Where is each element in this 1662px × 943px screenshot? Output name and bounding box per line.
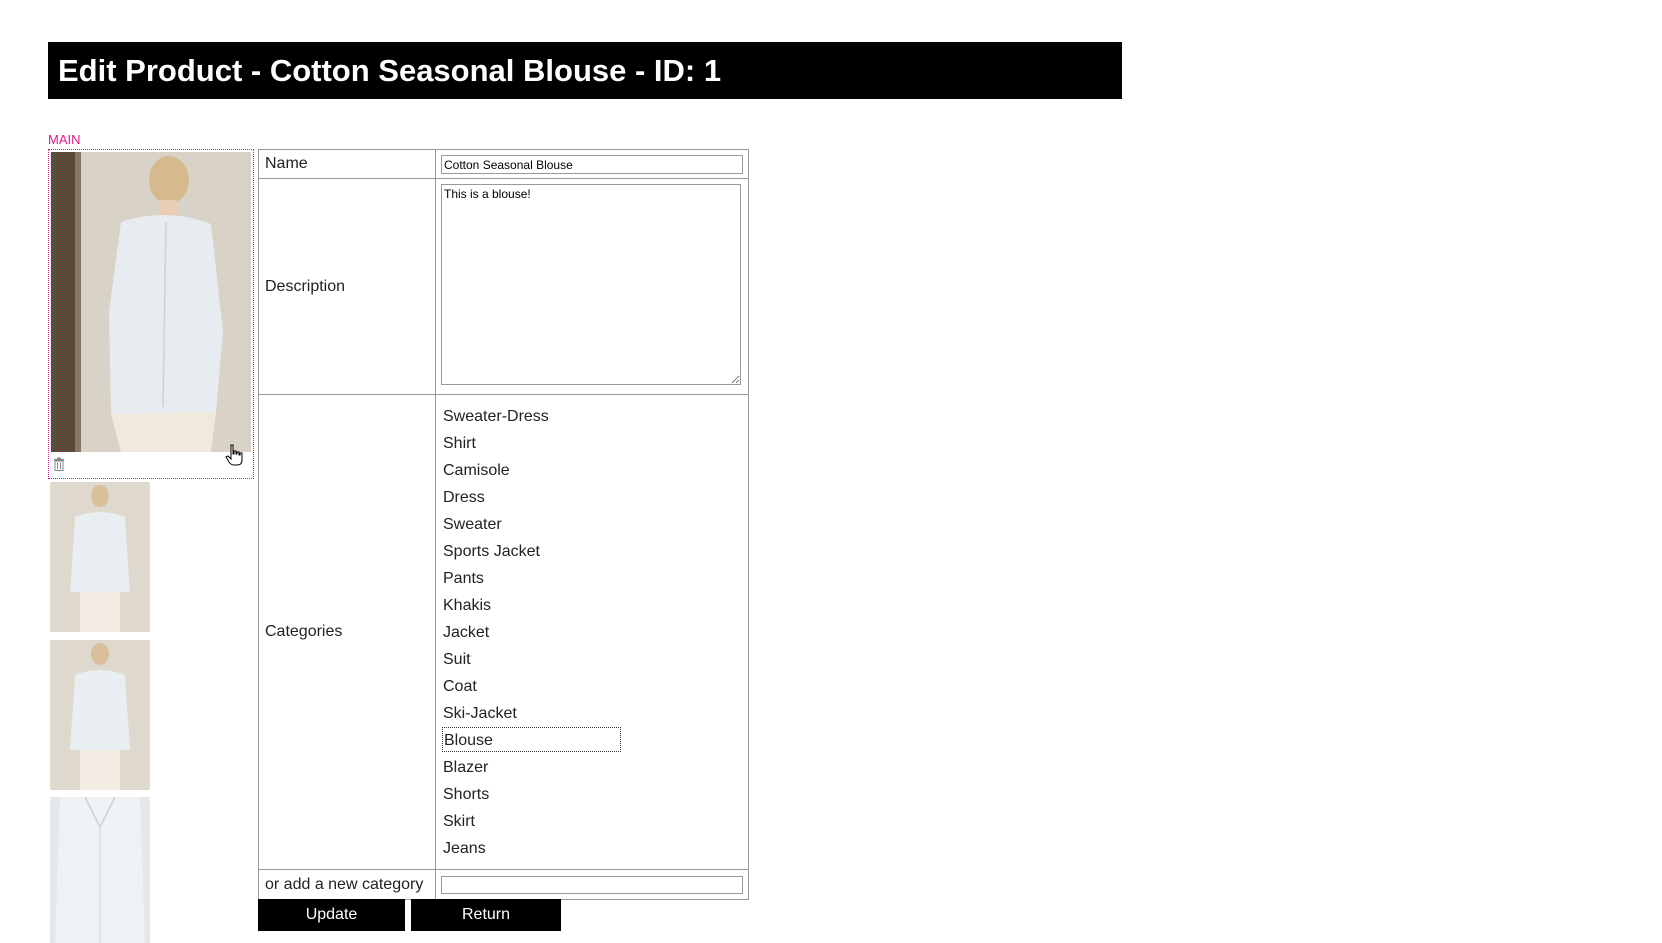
- new-category-field-cell: [435, 869, 749, 900]
- category-option[interactable]: Sweater-Dress: [443, 403, 748, 430]
- category-option-label: Shorts: [443, 786, 490, 803]
- new-category-input[interactable]: [441, 875, 743, 894]
- main-image-container: [48, 149, 254, 479]
- category-option-label: Pants: [443, 570, 484, 587]
- description-label: Description: [258, 178, 436, 395]
- category-option-label: Jacket: [443, 624, 490, 641]
- category-option[interactable]: Camisole: [443, 457, 748, 484]
- category-option[interactable]: Sweater: [443, 511, 748, 538]
- trash-icon[interactable]: [53, 457, 65, 471]
- new-category-label: or add a new category: [258, 869, 436, 900]
- name-field-cell: [435, 149, 749, 179]
- category-option[interactable]: Jeans: [443, 835, 748, 862]
- category-option-label: Khakis: [443, 597, 492, 614]
- category-option-label: Suit: [443, 651, 471, 668]
- category-option-label: Sweater: [443, 516, 502, 533]
- product-thumbnail[interactable]: [50, 482, 150, 632]
- category-option-label: Skirt: [443, 813, 475, 830]
- category-option-label: Ski-Jacket: [443, 705, 517, 722]
- category-option-label: Blouse: [442, 727, 621, 752]
- category-option-label: Shirt: [443, 435, 476, 452]
- category-option-label: Dress: [443, 489, 485, 506]
- update-button[interactable]: Update: [258, 899, 405, 931]
- category-option[interactable]: Dress: [443, 484, 748, 511]
- hand-cursor-icon: [224, 443, 246, 467]
- product-thumbnail[interactable]: [50, 797, 150, 943]
- name-label: Name: [258, 149, 436, 179]
- category-option[interactable]: Skirt: [443, 808, 748, 835]
- product-thumbnail[interactable]: [50, 640, 150, 790]
- category-option[interactable]: Sports Jacket: [443, 538, 748, 565]
- category-option-label: Camisole: [443, 462, 510, 479]
- return-button[interactable]: Return: [411, 899, 561, 931]
- new-category-row: or add a new category: [258, 869, 749, 900]
- description-row: Description This is a blouse!: [258, 178, 749, 395]
- category-option-label: Jeans: [443, 840, 486, 857]
- name-input[interactable]: [441, 155, 743, 174]
- name-row: Name: [258, 149, 749, 179]
- categories-field-cell: Sweater-Dress Shirt Camisole Dress Sweater Sp…: [435, 394, 749, 870]
- category-option[interactable]: Pants: [443, 565, 748, 592]
- main-image-label: MAIN: [48, 132, 81, 147]
- description-textarea[interactable]: This is a blouse!: [441, 184, 741, 385]
- category-option[interactable]: Shorts: [443, 781, 748, 808]
- categories-row: Categories Sweater-Dress Shirt Camisole Dre…: [258, 394, 749, 870]
- category-option-label: Sports Jacket: [443, 543, 540, 560]
- category-option-label: Blazer: [443, 759, 489, 776]
- category-option[interactable]: Suit: [443, 646, 748, 673]
- category-option[interactable]: Ski-Jacket: [443, 700, 748, 727]
- category-option[interactable]: Jacket: [443, 619, 748, 646]
- category-option-label: Coat: [443, 678, 477, 695]
- category-option[interactable]: Khakis: [443, 592, 748, 619]
- category-option[interactable]: Coat: [443, 673, 748, 700]
- category-list[interactable]: Sweater-Dress Shirt Camisole Dress Sweater Sp…: [436, 395, 748, 869]
- category-option[interactable]: Blouse: [442, 727, 748, 754]
- description-field-cell: This is a blouse!: [435, 178, 749, 395]
- categories-label: Categories: [258, 394, 436, 870]
- product-form: Name Description This is a blouse! Categ…: [258, 149, 749, 900]
- category-option[interactable]: Shirt: [443, 430, 748, 457]
- category-option[interactable]: Blazer: [443, 754, 748, 781]
- main-product-image[interactable]: [51, 152, 251, 452]
- page-title: Edit Product - Cotton Seasonal Blouse - …: [48, 42, 1122, 99]
- category-option-label: Sweater-Dress: [443, 408, 549, 425]
